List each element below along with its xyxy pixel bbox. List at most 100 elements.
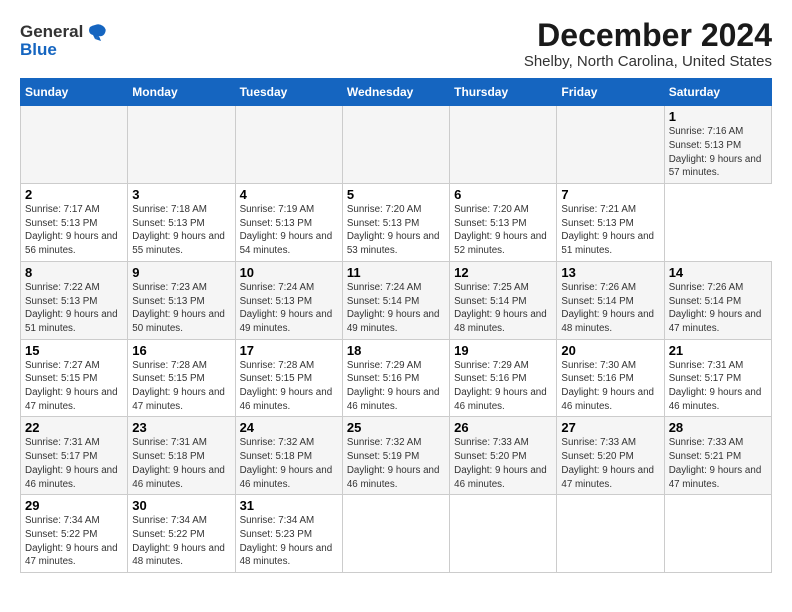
day-detail: Sunrise: 7:20 AM Sunset: 5:13 PM Dayligh… bbox=[347, 204, 440, 256]
column-header-saturday: Saturday bbox=[664, 79, 771, 106]
calendar-header-row: SundayMondayTuesdayWednesdayThursdayFrid… bbox=[21, 79, 772, 106]
calendar-cell: 29Sunrise: 7:34 AM Sunset: 5:22 PM Dayli… bbox=[21, 495, 128, 573]
calendar-page: General Blue December 2024 Shelby, North… bbox=[0, 0, 792, 585]
calendar-cell: 31 Sunrise: 7:34 AM Sunset: 5:23 PM Dayli… bbox=[235, 495, 342, 573]
column-header-tuesday: Tuesday bbox=[235, 79, 342, 106]
day-number: 12 bbox=[454, 265, 552, 280]
day-number: 6 bbox=[454, 187, 552, 202]
day-detail: Sunrise: 7:33 AM Sunset: 5:20 PM Dayligh… bbox=[454, 437, 547, 489]
calendar-cell: 28Sunrise: 7:33 AM Sunset: 5:21 PM Dayli… bbox=[664, 417, 771, 495]
month-title: December 2024 bbox=[524, 18, 772, 53]
day-detail: Sunrise: 7:16 AM Sunset: 5:13 PM Dayligh… bbox=[669, 126, 762, 178]
logo-bird-icon bbox=[85, 23, 107, 41]
calendar-table: SundayMondayTuesdayWednesdayThursdayFrid… bbox=[20, 78, 772, 573]
day-detail: Sunrise: 7:32 AM Sunset: 5:19 PM Dayligh… bbox=[347, 437, 440, 489]
day-detail: Sunrise: 7:30 AM Sunset: 5:16 PM Dayligh… bbox=[561, 360, 654, 412]
calendar-cell: 5 Sunrise: 7:20 AM Sunset: 5:13 PM Daylig… bbox=[342, 184, 449, 262]
calendar-cell: 27 Sunrise: 7:33 AM Sunset: 5:20 PM Dayli… bbox=[557, 417, 664, 495]
calendar-cell: 3Sunrise: 7:18 AM Sunset: 5:13 PM Daylig… bbox=[128, 184, 235, 262]
calendar-cell bbox=[450, 495, 557, 573]
calendar-cell: 21 Sunrise: 7:31 AM Sunset: 5:17 PM Dayli… bbox=[664, 339, 771, 417]
day-detail: Sunrise: 7:24 AM Sunset: 5:13 PM Dayligh… bbox=[240, 282, 333, 334]
day-number: 29 bbox=[25, 498, 123, 513]
logo-general: General bbox=[20, 22, 83, 42]
day-number: 5 bbox=[347, 187, 445, 202]
calendar-cell bbox=[342, 495, 449, 573]
day-detail: Sunrise: 7:27 AM Sunset: 5:15 PM Dayligh… bbox=[25, 360, 118, 412]
header-row: General Blue December 2024 Shelby, North… bbox=[20, 18, 772, 70]
day-number: 10 bbox=[240, 265, 338, 280]
calendar-cell: 19 Sunrise: 7:29 AM Sunset: 5:16 PM Dayli… bbox=[450, 339, 557, 417]
calendar-week-row: 22 Sunrise: 7:31 AM Sunset: 5:17 PM Dayli… bbox=[21, 417, 772, 495]
calendar-cell bbox=[450, 106, 557, 184]
calendar-cell: 20 Sunrise: 7:30 AM Sunset: 5:16 PM Dayli… bbox=[557, 339, 664, 417]
day-detail: Sunrise: 7:31 AM Sunset: 5:17 PM Dayligh… bbox=[669, 360, 762, 412]
day-detail: Sunrise: 7:26 AM Sunset: 5:14 PM Dayligh… bbox=[669, 282, 762, 334]
calendar-week-row: 29 Sunrise: 7:34 AM Sunset: 5:22 PM Dayli… bbox=[21, 495, 772, 573]
day-detail: Sunrise: 7:33 AM Sunset: 5:21 PM Dayligh… bbox=[669, 437, 762, 489]
column-header-monday: Monday bbox=[128, 79, 235, 106]
day-detail: Sunrise: 7:17 AM Sunset: 5:13 PM Dayligh… bbox=[25, 204, 118, 256]
calendar-cell bbox=[557, 495, 664, 573]
calendar-cell bbox=[235, 106, 342, 184]
day-number: 27 bbox=[561, 420, 659, 435]
day-detail: Sunrise: 7:21 AM Sunset: 5:13 PM Dayligh… bbox=[561, 204, 654, 256]
logo-blue: Blue bbox=[20, 40, 57, 60]
day-detail: Sunrise: 7:28 AM Sunset: 5:15 PM Dayligh… bbox=[132, 360, 225, 412]
day-number: 19 bbox=[454, 343, 552, 358]
day-detail: Sunrise: 7:29 AM Sunset: 5:16 PM Dayligh… bbox=[454, 360, 547, 412]
calendar-cell: 8Sunrise: 7:22 AM Sunset: 5:13 PM Daylig… bbox=[21, 261, 128, 339]
day-number: 7 bbox=[561, 187, 659, 202]
day-number: 9 bbox=[132, 265, 230, 280]
day-number: 23 bbox=[132, 420, 230, 435]
calendar-cell: 26 Sunrise: 7:33 AM Sunset: 5:20 PM Dayli… bbox=[450, 417, 557, 495]
calendar-week-row: 1 Sunrise: 7:16 AM Sunset: 5:13 PM Daylig… bbox=[21, 106, 772, 184]
logo: General Blue bbox=[20, 22, 107, 60]
day-number: 4 bbox=[240, 187, 338, 202]
day-detail: Sunrise: 7:23 AM Sunset: 5:13 PM Dayligh… bbox=[132, 282, 225, 334]
column-header-friday: Friday bbox=[557, 79, 664, 106]
location: Shelby, North Carolina, United States bbox=[524, 53, 772, 70]
day-detail: Sunrise: 7:34 AM Sunset: 5:23 PM Dayligh… bbox=[240, 515, 333, 567]
day-detail: Sunrise: 7:22 AM Sunset: 5:13 PM Dayligh… bbox=[25, 282, 118, 334]
day-number: 11 bbox=[347, 265, 445, 280]
day-detail: Sunrise: 7:25 AM Sunset: 5:14 PM Dayligh… bbox=[454, 282, 547, 334]
day-number: 2 bbox=[25, 187, 123, 202]
day-detail: Sunrise: 7:31 AM Sunset: 5:18 PM Dayligh… bbox=[132, 437, 225, 489]
day-number: 20 bbox=[561, 343, 659, 358]
day-number: 18 bbox=[347, 343, 445, 358]
calendar-week-row: 15Sunrise: 7:27 AM Sunset: 5:15 PM Dayli… bbox=[21, 339, 772, 417]
day-number: 24 bbox=[240, 420, 338, 435]
day-detail: Sunrise: 7:31 AM Sunset: 5:17 PM Dayligh… bbox=[25, 437, 118, 489]
day-detail: Sunrise: 7:33 AM Sunset: 5:20 PM Dayligh… bbox=[561, 437, 654, 489]
day-detail: Sunrise: 7:26 AM Sunset: 5:14 PM Dayligh… bbox=[561, 282, 654, 334]
calendar-cell: 10 Sunrise: 7:24 AM Sunset: 5:13 PM Dayli… bbox=[235, 261, 342, 339]
day-detail: Sunrise: 7:29 AM Sunset: 5:16 PM Dayligh… bbox=[347, 360, 440, 412]
day-number: 1 bbox=[669, 109, 767, 124]
calendar-cell bbox=[664, 495, 771, 573]
title-block: December 2024 Shelby, North Carolina, Un… bbox=[524, 18, 772, 70]
day-detail: Sunrise: 7:20 AM Sunset: 5:13 PM Dayligh… bbox=[454, 204, 547, 256]
column-header-thursday: Thursday bbox=[450, 79, 557, 106]
day-detail: Sunrise: 7:34 AM Sunset: 5:22 PM Dayligh… bbox=[132, 515, 225, 567]
day-number: 26 bbox=[454, 420, 552, 435]
calendar-cell: 15Sunrise: 7:27 AM Sunset: 5:15 PM Dayli… bbox=[21, 339, 128, 417]
calendar-cell: 1 Sunrise: 7:16 AM Sunset: 5:13 PM Daylig… bbox=[664, 106, 771, 184]
day-detail: Sunrise: 7:24 AM Sunset: 5:14 PM Dayligh… bbox=[347, 282, 440, 334]
calendar-cell: 17Sunrise: 7:28 AM Sunset: 5:15 PM Dayli… bbox=[235, 339, 342, 417]
calendar-cell: 4 Sunrise: 7:19 AM Sunset: 5:13 PM Daylig… bbox=[235, 184, 342, 262]
calendar-cell: 22 Sunrise: 7:31 AM Sunset: 5:17 PM Dayli… bbox=[21, 417, 128, 495]
day-number: 31 bbox=[240, 498, 338, 513]
day-number: 17 bbox=[240, 343, 338, 358]
day-number: 21 bbox=[669, 343, 767, 358]
day-number: 22 bbox=[25, 420, 123, 435]
calendar-cell: 30 Sunrise: 7:34 AM Sunset: 5:22 PM Dayli… bbox=[128, 495, 235, 573]
day-number: 30 bbox=[132, 498, 230, 513]
calendar-cell: 11 Sunrise: 7:24 AM Sunset: 5:14 PM Dayli… bbox=[342, 261, 449, 339]
calendar-cell: 24Sunrise: 7:32 AM Sunset: 5:18 PM Dayli… bbox=[235, 417, 342, 495]
calendar-week-row: 8Sunrise: 7:22 AM Sunset: 5:13 PM Daylig… bbox=[21, 261, 772, 339]
day-number: 14 bbox=[669, 265, 767, 280]
day-number: 3 bbox=[132, 187, 230, 202]
day-number: 13 bbox=[561, 265, 659, 280]
day-detail: Sunrise: 7:19 AM Sunset: 5:13 PM Dayligh… bbox=[240, 204, 333, 256]
